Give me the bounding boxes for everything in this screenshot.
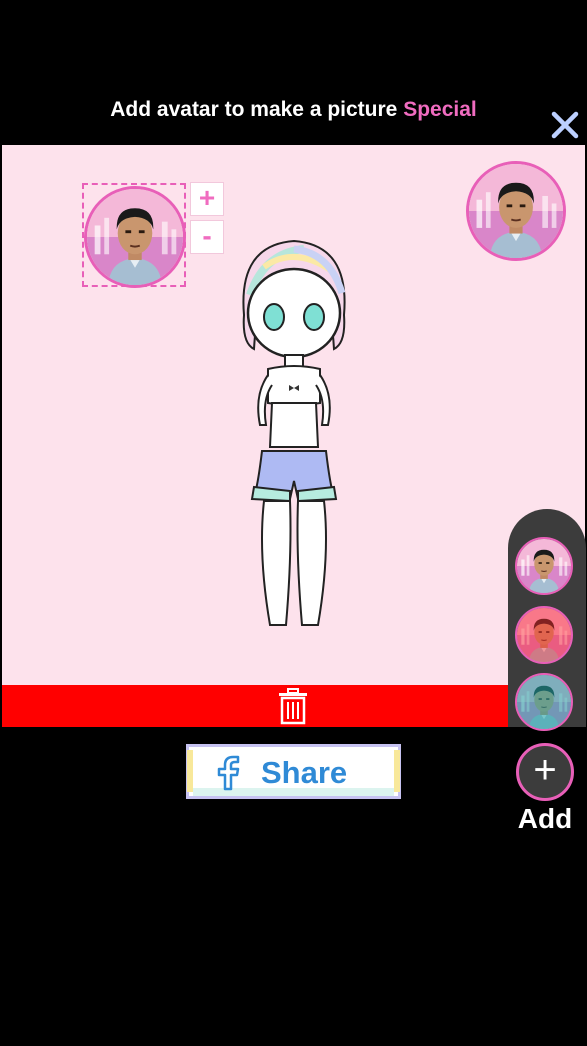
avatar-photo [469, 164, 563, 258]
facebook-icon [217, 755, 240, 791]
top-bar [0, 0, 587, 145]
profile-avatar[interactable] [466, 161, 566, 261]
title-text: Add avatar to make a picture [110, 98, 398, 121]
avatar-photo [517, 539, 571, 593]
doll-figure[interactable] [234, 235, 354, 635]
share-button[interactable]: Share [186, 744, 401, 799]
close-button[interactable] [548, 108, 582, 142]
trash-icon [279, 688, 307, 725]
dress-up-canvas[interactable]: + - [2, 145, 585, 685]
avatar-photo [517, 608, 571, 662]
avatar-photo [517, 675, 571, 729]
add-avatar-button[interactable]: + [516, 743, 574, 801]
selected-avatar[interactable] [84, 186, 186, 288]
avatar-thumb-3[interactable] [515, 673, 573, 731]
add-label: Add [517, 803, 573, 834]
avatar-photo [87, 189, 183, 285]
avatar-thumb-1[interactable] [515, 537, 573, 595]
close-icon [551, 111, 579, 139]
zoom-in-button[interactable]: + [190, 182, 224, 216]
trash-bar[interactable] [2, 685, 585, 727]
page-title: Add avatar to make a picture Special [0, 98, 587, 122]
zoom-out-button[interactable]: - [190, 220, 224, 254]
title-highlight: Special [403, 98, 477, 121]
share-label: Share [261, 755, 348, 790]
avatar-thumb-2[interactable] [515, 606, 573, 664]
